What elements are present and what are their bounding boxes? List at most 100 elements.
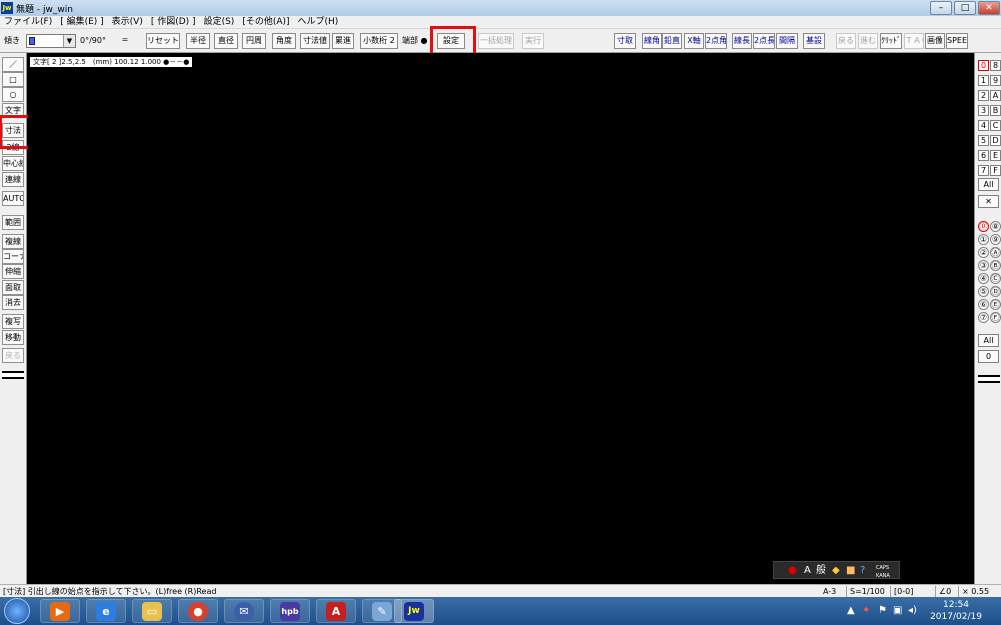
layer-5[interactable]: ⑤ — [978, 286, 989, 297]
layer-d[interactable]: Ⓓ — [990, 286, 1001, 297]
ime-tool-icon[interactable]: ◆ — [832, 565, 840, 577]
zoom-indicator[interactable]: × 0.55 — [958, 586, 989, 597]
toolbar-right-4[interactable]: 2点角 — [705, 33, 727, 49]
tag-button[interactable]: ＴＡＧ — [904, 33, 924, 49]
tool-range[interactable]: 範囲 — [2, 215, 24, 230]
dimension-value-button[interactable]: 寸法値 — [300, 33, 330, 49]
layer-group-4[interactable]: 4 — [978, 120, 989, 131]
diameter-button[interactable]: 直径 — [214, 33, 238, 49]
layer-e[interactable]: Ⓔ — [990, 299, 1001, 310]
layer-4[interactable]: ④ — [978, 273, 989, 284]
end-label[interactable]: 端部 ● — [402, 33, 428, 49]
layer-group-cross-button[interactable]: ✕ — [978, 195, 999, 208]
start-button[interactable] — [4, 598, 30, 624]
decimals-button[interactable]: 小数桁 2 — [360, 33, 398, 49]
tool-center-line[interactable]: 中心線 — [2, 156, 24, 171]
ime-mode[interactable]: A — [804, 565, 811, 577]
chevron-down-icon[interactable]: ▼ — [63, 35, 75, 47]
ime-pin-icon[interactable]: ● — [788, 565, 797, 577]
layer-group-6[interactable]: 6 — [978, 150, 989, 161]
layer-f[interactable]: Ⓕ — [990, 312, 1001, 323]
taskbar-autocad[interactable]: A — [316, 599, 356, 623]
layer-group-8[interactable]: 8 — [990, 60, 1001, 71]
image-button[interactable]: 画像 — [925, 33, 945, 49]
layer-group-0[interactable]: 0 — [978, 60, 989, 71]
tool-line[interactable]: ／ — [2, 57, 24, 72]
layer-group-f[interactable]: F — [990, 165, 1001, 176]
layer-group-all-button[interactable]: All — [978, 178, 999, 191]
clock[interactable]: 12:54 2017/02/19 — [926, 599, 986, 623]
close-button[interactable]: ✕ — [978, 1, 1000, 15]
tool-circle[interactable]: ○ — [2, 87, 24, 102]
line-type-select[interactable]: ▼ — [26, 34, 76, 48]
menu-draw[interactable]: [ 作図(D) ] — [151, 16, 196, 28]
layer-c[interactable]: Ⓒ — [990, 273, 1001, 284]
menu-file[interactable]: ファイル(F) — [4, 16, 52, 28]
tool-stretch[interactable]: 伸縮 — [2, 264, 24, 279]
layer-1[interactable]: ① — [978, 234, 989, 245]
tray-acrobat-icon[interactable]: ✦ — [862, 605, 870, 617]
tray-network-icon[interactable]: ▣ — [893, 605, 902, 617]
layer-group-e[interactable]: E — [990, 150, 1001, 161]
taskbar-thunderbird[interactable]: ✉ — [224, 599, 264, 623]
drawing-canvas[interactable]: 文字[ 2 ]2.5,2.5 (mm) 100.12 1.000 ●－－● ● … — [28, 53, 973, 584]
ime-dict[interactable]: 般 — [816, 565, 826, 577]
tool-corner[interactable]: コーナー — [2, 249, 24, 264]
circumference-button[interactable]: 円周 — [242, 33, 266, 49]
taskbar-chrome[interactable]: ● — [178, 599, 218, 623]
layer-zero-button[interactable]: 0 — [978, 350, 999, 363]
taskbar-hpb[interactable]: hpb — [270, 599, 310, 623]
angle-indicator[interactable]: ∠0 — [935, 586, 951, 597]
toolbar-right-3[interactable]: X軸 — [684, 33, 704, 49]
layer-2[interactable]: ② — [978, 247, 989, 258]
layer-group-1[interactable]: 1 — [978, 75, 989, 86]
grid-button[interactable]: ｸﾘｯﾄﾞ — [880, 33, 902, 49]
minimize-button[interactable]: – — [930, 1, 952, 15]
tool-erase[interactable]: 消去 — [2, 295, 24, 310]
radius-button[interactable]: 半径 — [186, 33, 210, 49]
tool-chamfer[interactable]: 面取 — [2, 280, 24, 295]
tray-volume-icon[interactable]: ◂) — [908, 605, 917, 617]
layer-group-d[interactable]: D — [990, 135, 1001, 146]
help-icon[interactable]: ? — [860, 565, 865, 577]
menu-edit[interactable]: [ 編集(E) ] — [60, 16, 103, 28]
paper-size[interactable]: A-3 — [820, 586, 836, 597]
toolbar-right-8[interactable]: 基設 — [803, 33, 825, 49]
forward-button[interactable]: 進む — [858, 33, 878, 49]
execute-button[interactable]: 実行 — [522, 33, 544, 49]
taskbar-media-player[interactable]: ▶ — [40, 599, 80, 623]
angle-button[interactable]: 角度 — [272, 33, 296, 49]
cumulative-button[interactable]: 累進 — [332, 33, 354, 49]
taskbar-jw[interactable]: Jw — [394, 599, 434, 623]
layer-group-9[interactable]: 9 — [990, 75, 1001, 86]
reset-button[interactable]: リセット — [146, 33, 180, 49]
tool-connect-line[interactable]: 連線 — [2, 172, 24, 187]
tool-undo[interactable]: 戻る — [2, 348, 24, 363]
layer-b[interactable]: Ⓑ — [990, 260, 1001, 271]
tool-copy[interactable]: 複写 — [2, 314, 24, 329]
speed-button[interactable]: SPEED — [946, 33, 968, 49]
layer-group-a[interactable]: A — [990, 90, 1001, 101]
batch-process-button[interactable]: 一括処理 — [478, 33, 514, 49]
maximize-button[interactable]: □ — [954, 1, 976, 15]
toolbar-right-2[interactable]: 鉛直 — [662, 33, 682, 49]
layer-group-5[interactable]: 5 — [978, 135, 989, 146]
layer-indicator[interactable]: [0-0] — [890, 586, 913, 597]
tool-auto[interactable]: AUTO — [2, 191, 24, 206]
layer-6[interactable]: ⑥ — [978, 299, 989, 310]
layer-group-c[interactable]: C — [990, 120, 1001, 131]
scale-value[interactable]: S=1/100 — [846, 586, 885, 597]
layer-group-3[interactable]: 3 — [978, 105, 989, 116]
layer-all-button[interactable]: All — [978, 334, 999, 347]
menu-other[interactable]: [その他(A)] — [242, 16, 289, 28]
layer-group-b[interactable]: B — [990, 105, 1001, 116]
tool-offset[interactable]: 複線 — [2, 234, 24, 249]
layer-9[interactable]: ⑨ — [990, 234, 1001, 245]
tray-arrow-icon[interactable]: ▲ — [847, 605, 855, 617]
layer-group-7[interactable]: 7 — [978, 165, 989, 176]
toolbar-right-0[interactable]: 寸取 — [614, 33, 636, 49]
menu-view[interactable]: 表示(V) — [112, 16, 143, 28]
taskbar-explorer[interactable]: ▭ — [132, 599, 172, 623]
toolbar-right-1[interactable]: 線角 — [642, 33, 662, 49]
tray-flag-icon[interactable]: ⚑ — [878, 605, 887, 617]
